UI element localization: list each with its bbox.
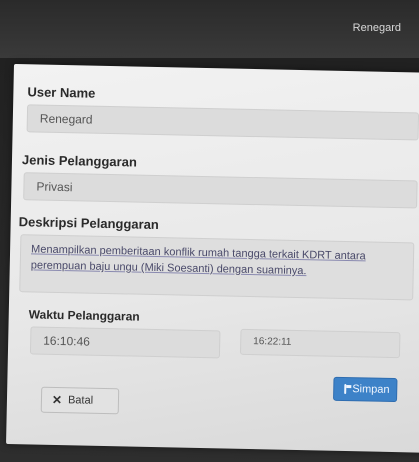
photo-frame: Renegard User Name Renegard Jenis Pelang… <box>0 0 419 462</box>
waktu-pelanggaran-label: Waktu Pelanggaran <box>28 307 140 324</box>
navbar-username[interactable]: Renegard <box>353 22 401 34</box>
violation-form-panel: User Name Renegard Jenis Pelanggaran Pri… <box>6 64 419 453</box>
jenis-pelanggaran-label: Jenis Pelanggaran <box>21 152 138 170</box>
waktu-end-field[interactable]: 16:22:11 <box>239 328 401 359</box>
user-name-label: User Name <box>27 84 96 101</box>
save-button[interactable]: Simpan <box>333 376 398 403</box>
cancel-button[interactable]: ✕ Batal <box>40 386 120 415</box>
save-button-label: Simpan <box>352 383 390 396</box>
close-icon: ✕ <box>51 392 63 408</box>
cancel-button-label: Batal <box>67 394 94 407</box>
waktu-start-field[interactable]: 16:10:46 <box>29 326 221 359</box>
user-name-field[interactable]: Renegard <box>26 104 419 141</box>
deskripsi-pelanggaran-textarea[interactable]: Menampilkan pemberitaan konflik rumah ta… <box>19 234 415 301</box>
jenis-pelanggaran-field[interactable]: Privasi <box>23 172 418 209</box>
top-navbar: Renegard <box>0 0 419 58</box>
floppy-disk-icon <box>344 383 347 395</box>
deskripsi-pelanggaran-label: Deskripsi Pelanggaran <box>18 214 159 233</box>
